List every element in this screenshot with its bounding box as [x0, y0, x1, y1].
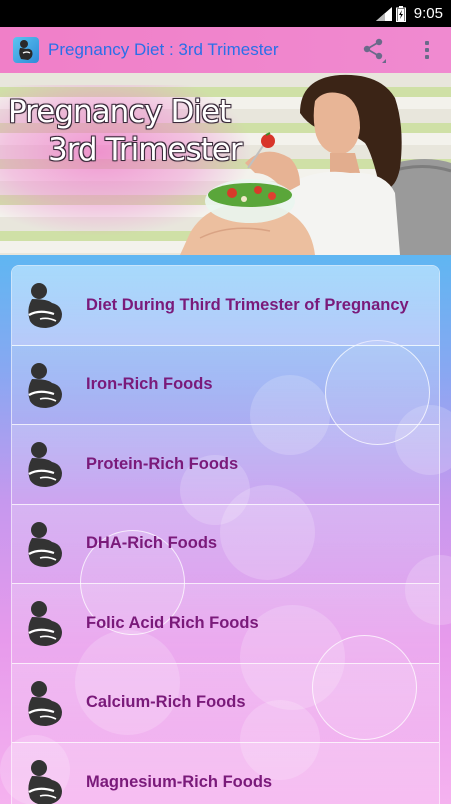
list-item-label: DHA-Rich Foods [86, 534, 218, 553]
app-bar: Pregnancy Diet : 3rd Trimester [0, 27, 451, 73]
list-item-label: Magnesium-Rich Foods [86, 772, 273, 791]
share-icon[interactable] [359, 35, 389, 65]
pregnant-belly-icon [28, 283, 62, 329]
pregnant-belly-icon [28, 521, 62, 567]
pregnant-belly-icon [28, 601, 62, 647]
list-item-label: Folic Acid Rich Foods [86, 613, 259, 632]
list-item[interactable]: DHA-Rich Foods [12, 504, 439, 584]
status-bar: 9:05 [0, 0, 451, 27]
app-title: Pregnancy Diet : 3rd Trimester [48, 40, 279, 59]
pregnant-belly-icon [28, 680, 62, 726]
status-time: 9:05 [413, 5, 443, 22]
pregnant-belly-icon [28, 442, 62, 488]
app-logo-icon[interactable] [13, 37, 39, 63]
list-item[interactable]: Magnesium-Rich Foods [12, 743, 439, 804]
list-item-label: Protein-Rich Foods [86, 454, 239, 473]
battery-icon [395, 5, 406, 22]
signal-icon [375, 6, 392, 21]
list-item-label: Diet During Third Trimester of Pregnancy [86, 295, 409, 314]
pregnant-belly-icon [28, 760, 62, 804]
overflow-menu-icon[interactable] [417, 35, 437, 65]
topic-list: Diet During Third Trimester of Pregnancy… [11, 265, 440, 804]
list-item[interactable]: Folic Acid Rich Foods [12, 584, 439, 664]
content-area: Diet During Third Trimester of Pregnancy… [0, 255, 451, 804]
pregnant-belly-icon [28, 362, 62, 408]
header-banner: Pregnancy Diet 3rd Trimester [0, 73, 451, 255]
list-item-label: Calcium-Rich Foods [86, 693, 246, 712]
pregnant-woman-photo [180, 74, 451, 255]
list-item[interactable]: Diet During Third Trimester of Pregnancy [12, 266, 439, 346]
list-item[interactable]: Calcium-Rich Foods [12, 663, 439, 743]
list-item[interactable]: Protein-Rich Foods [12, 425, 439, 505]
list-item[interactable]: Iron-Rich Foods [12, 345, 439, 425]
list-item-label: Iron-Rich Foods [86, 375, 213, 394]
